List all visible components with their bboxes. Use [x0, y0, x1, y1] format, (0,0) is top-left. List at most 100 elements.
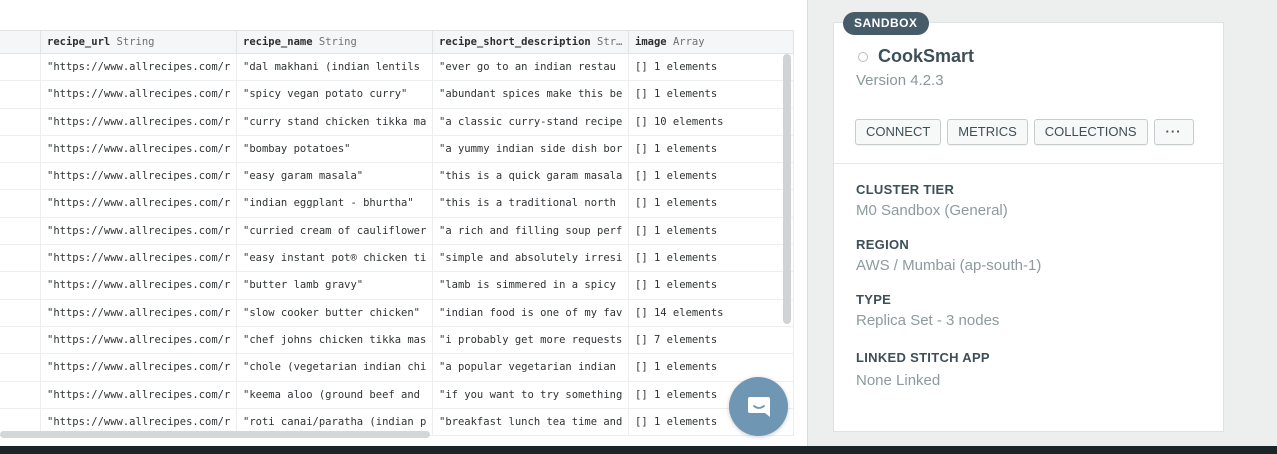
cell-image[interactable]: [] 1 elements: [629, 354, 794, 381]
column-header-index: [0, 31, 41, 55]
cell-image[interactable]: [] 14 elements: [629, 299, 794, 326]
cell-recipe-short-description[interactable]: "this is a traditional north: [433, 190, 629, 217]
cell-recipe-name[interactable]: "indian eggplant - bhurtha": [237, 190, 433, 217]
chat-bubble-icon: [747, 396, 770, 417]
cell-recipe-url[interactable]: "https://www.allrecipes.com/r: [41, 217, 237, 245]
cell-image[interactable]: [] 1 elements: [629, 272, 794, 299]
cell-recipe-url[interactable]: "https://www.allrecipes.com/r: [41, 190, 237, 217]
cluster-version: Version 4.2.3: [856, 72, 944, 89]
cell-recipe-name[interactable]: "easy garam masala": [237, 163, 433, 190]
cell-recipe-short-description[interactable]: "ever go to an indian restau: [433, 54, 629, 81]
table-row[interactable]: "https://www.allrecipes.com/r "easy garam…: [0, 163, 794, 191]
cell-recipe-name[interactable]: "butter lamb gravy": [237, 272, 433, 299]
linked-stitch-app-label: LINKED STITCH APP: [856, 350, 990, 365]
cell-image[interactable]: [] 1 elements: [629, 54, 794, 81]
cell-recipe-url[interactable]: "https://www.allrecipes.com/r: [41, 299, 237, 326]
type-value: Replica Set - 3 nodes: [856, 312, 1000, 329]
cell-recipe-name[interactable]: "slow cooker butter chicken": [237, 299, 433, 326]
cell-recipe-url[interactable]: "https://www.allrecipes.com/r: [41, 54, 237, 81]
documents-table-panel: recipe_url String recipe_name String rec…: [0, 0, 808, 446]
cell-recipe-short-description[interactable]: "simple and absolutely irresi: [433, 245, 629, 272]
cell-recipe-name[interactable]: "curried cream of cauliflower: [237, 217, 433, 245]
vertical-scrollbar[interactable]: [783, 54, 791, 324]
cell-recipe-url[interactable]: "https://www.allrecipes.com/r: [41, 272, 237, 299]
cell-recipe-short-description[interactable]: "breakfast lunch tea time and: [433, 408, 629, 436]
cluster-actions: CONNECT METRICS COLLECTIONS ···: [855, 119, 1200, 145]
table-row[interactable]: "https://www.allrecipes.com/r "easy insta…: [0, 245, 794, 273]
cell-recipe-name[interactable]: "dal makhani (indian lentils: [237, 54, 433, 81]
cell-recipe-name[interactable]: "chole (vegetarian indian chi: [237, 354, 433, 381]
cell-recipe-url[interactable]: "https://www.allrecipes.com/r: [41, 245, 237, 272]
cell-recipe-short-description[interactable]: "i probably get more requests: [433, 326, 629, 354]
cluster-tier-label: CLUSTER TIER: [856, 182, 955, 197]
region-label: REGION: [856, 237, 910, 252]
table-row[interactable]: "https://www.allrecipes.com/r "spicy vega…: [0, 81, 794, 109]
more-options-button[interactable]: ···: [1153, 119, 1194, 145]
column-header-recipe-short-description[interactable]: recipe_short_description Str…: [433, 31, 629, 55]
cell-recipe-name[interactable]: "easy instant pot® chicken ti: [237, 245, 433, 272]
table-row[interactable]: "https://www.allrecipes.com/r "butter lam…: [0, 272, 794, 300]
cell-recipe-short-description[interactable]: "abundant spices make this be: [433, 81, 629, 108]
cell-recipe-url[interactable]: "https://www.allrecipes.com/r: [41, 326, 237, 354]
cell-image[interactable]: [] 1 elements: [629, 81, 794, 108]
column-header-recipe-url[interactable]: recipe_url String: [41, 31, 237, 55]
cell-image[interactable]: [] 1 elements: [629, 245, 794, 272]
column-header-recipe-name[interactable]: recipe_name String: [237, 31, 433, 55]
table-row[interactable]: "https://www.allrecipes.com/r "chef johns…: [0, 326, 794, 355]
table-header: recipe_url String recipe_name String rec…: [0, 30, 794, 55]
cell-recipe-short-description[interactable]: "lamb is simmered in a spicy: [433, 272, 629, 299]
cell-recipe-url[interactable]: "https://www.allrecipes.com/r: [41, 381, 237, 408]
table-row[interactable]: "https://www.allrecipes.com/r "bombay pot…: [0, 135, 794, 164]
cell-image[interactable]: [] 1 elements: [629, 163, 794, 190]
type-label: TYPE: [856, 292, 892, 307]
sandbox-badge: SANDBOX: [843, 12, 929, 35]
table-row[interactable]: "https://www.allrecipes.com/r "keema aloo…: [0, 381, 794, 409]
cell-recipe-name[interactable]: "curry stand chicken tikka ma: [237, 108, 433, 135]
cell-index: [0, 326, 41, 354]
column-header-image[interactable]: image Array: [629, 31, 794, 55]
connect-button[interactable]: CONNECT: [855, 119, 942, 145]
table-row[interactable]: "https://www.allrecipes.com/r "curry stan…: [0, 108, 794, 136]
table-row[interactable]: "https://www.allrecipes.com/r "indian egg…: [0, 190, 794, 218]
cell-index: [0, 217, 41, 245]
cell-image[interactable]: [] 7 elements: [629, 326, 794, 354]
cell-recipe-name[interactable]: "bombay potatoes": [237, 135, 433, 163]
table-body: "https://www.allrecipes.com/r "dal makhan…: [0, 54, 794, 437]
cell-index: [0, 245, 41, 272]
cell-recipe-short-description[interactable]: "this is a quick garam masala: [433, 163, 629, 190]
cell-recipe-name[interactable]: "keema aloo (ground beef and: [237, 381, 433, 408]
status-circle-icon: [858, 51, 868, 62]
cell-index: [0, 190, 41, 217]
cell-recipe-short-description[interactable]: "indian food is one of my fav: [433, 299, 629, 326]
cell-image[interactable]: [] 1 elements: [629, 135, 794, 163]
cell-index: [0, 135, 41, 163]
cluster-tier-value: M0 Sandbox (General): [856, 202, 1008, 219]
metrics-button[interactable]: METRICS: [947, 119, 1028, 145]
collections-button[interactable]: COLLECTIONS: [1033, 119, 1148, 145]
cell-recipe-url[interactable]: "https://www.allrecipes.com/r: [41, 135, 237, 163]
table-row[interactable]: "https://www.allrecipes.com/r "dal makhan…: [0, 54, 794, 82]
chat-button[interactable]: [729, 377, 788, 436]
table-row[interactable]: "https://www.allrecipes.com/r "chole (veg…: [0, 354, 794, 382]
cell-recipe-short-description[interactable]: "a classic curry-stand recipe: [433, 108, 629, 135]
cell-recipe-short-description[interactable]: "a rich and filling soup perf: [433, 217, 629, 245]
cell-recipe-name[interactable]: "chef johns chicken tikka mas: [237, 326, 433, 354]
region-value: AWS / Mumbai (ap-south-1): [856, 257, 1042, 274]
cluster-name[interactable]: CookSmart: [878, 46, 974, 67]
cell-recipe-name[interactable]: "spicy vegan potato curry": [237, 81, 433, 108]
cell-recipe-short-description[interactable]: "a popular vegetarian indian: [433, 354, 629, 381]
cell-recipe-url[interactable]: "https://www.allrecipes.com/r: [41, 108, 237, 135]
cell-image[interactable]: [] 1 elements: [629, 190, 794, 217]
cell-index: [0, 163, 41, 190]
cell-recipe-url[interactable]: "https://www.allrecipes.com/r: [41, 163, 237, 190]
cell-recipe-short-description[interactable]: "a yummy indian side dish bor: [433, 135, 629, 163]
cell-recipe-url[interactable]: "https://www.allrecipes.com/r: [41, 81, 237, 108]
cell-image[interactable]: [] 10 elements: [629, 108, 794, 135]
cell-index: [0, 108, 41, 135]
horizontal-scrollbar[interactable]: [0, 431, 430, 438]
table-row[interactable]: "https://www.allrecipes.com/r "slow cooke…: [0, 299, 794, 327]
cell-recipe-short-description[interactable]: "if you want to try something: [433, 381, 629, 408]
cell-recipe-url[interactable]: "https://www.allrecipes.com/r: [41, 354, 237, 381]
cell-image[interactable]: [] 1 elements: [629, 217, 794, 245]
table-row[interactable]: "https://www.allrecipes.com/r "curried cr…: [0, 217, 794, 246]
